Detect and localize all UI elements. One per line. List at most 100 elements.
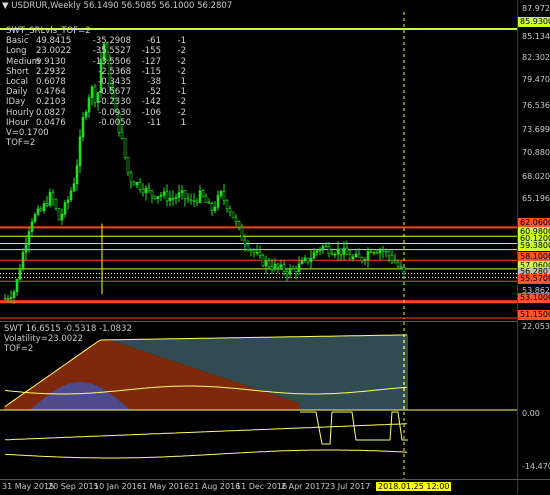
candle-body — [249, 249, 253, 251]
time-axis-label: 31 May 2015 — [2, 482, 55, 491]
candle-body — [393, 260, 397, 264]
candle-body — [12, 291, 16, 298]
candle-body — [186, 198, 190, 201]
stats-cell-v4: 1 — [180, 77, 186, 88]
candle-body — [309, 258, 313, 263]
candle-body — [24, 244, 28, 253]
candle-body — [297, 263, 301, 273]
price-level-tag: 51.1500 — [518, 310, 550, 320]
candle-body — [381, 249, 385, 252]
stats-cell-v1: 0.6078 — [36, 77, 66, 88]
stats-cell-v4: 1 — [180, 117, 186, 128]
candle-body — [264, 260, 268, 267]
candle-body — [318, 248, 322, 252]
candle-body — [399, 266, 403, 268]
candle-body — [159, 194, 163, 197]
candle-body — [267, 260, 271, 267]
candle-body — [282, 264, 286, 272]
stats-cell-v3: -38 — [147, 77, 161, 88]
stats-cell-v2: -0.0930 — [98, 107, 131, 118]
triangle-down-icon[interactable]: ▼ — [2, 1, 9, 11]
candle-body — [213, 206, 217, 211]
stats-cell-v1: 49.8415 — [36, 36, 72, 47]
candle-body — [357, 253, 361, 258]
time-axis-label: 2 Apr 2017 — [281, 482, 326, 491]
candle-body — [354, 253, 358, 258]
candle-body — [195, 200, 199, 203]
time-axis-label: 2018.01.25 12:00 — [376, 482, 452, 491]
candle-body — [312, 252, 316, 259]
stats-cell-v3: -106 — [141, 107, 161, 118]
candle-body — [270, 266, 274, 270]
candle-body — [273, 263, 277, 270]
candle-body — [75, 165, 79, 185]
stats-cell-v4: -2 — [177, 46, 186, 57]
candle-body — [36, 208, 40, 215]
candle-body — [321, 245, 325, 250]
stats-cell-name: Hourly — [6, 107, 34, 118]
candle-body — [330, 253, 334, 256]
candle-body — [306, 257, 310, 263]
price-tick-label: 82.3020 — [522, 53, 550, 62]
candle-body — [183, 190, 187, 199]
price-tick-label: 70.8800 — [522, 148, 550, 157]
candle-body — [387, 251, 391, 257]
candle-body — [168, 198, 172, 202]
candle-body — [327, 245, 331, 255]
time-axis-label: 21 Aug 2016 — [189, 482, 241, 491]
candle-body — [150, 190, 154, 197]
candle-body — [375, 252, 379, 254]
stats-row: Basic 49.8415 -35.2908 -61 -1 — [6, 36, 186, 46]
stats-cell-v1: 0.2103 — [36, 97, 66, 108]
candle-body — [174, 197, 178, 199]
candle-body — [222, 190, 226, 201]
candle-body — [396, 262, 400, 267]
candle-body — [288, 268, 292, 275]
stats-cell-v1: 23.0022 — [36, 46, 72, 57]
candle-body — [30, 221, 34, 232]
candle-body — [231, 211, 235, 219]
time-axis-label: 20 Sep 2015 — [48, 482, 99, 491]
candle-body — [39, 208, 43, 212]
price-level-tag: 53.1000 — [518, 293, 550, 303]
price-tick-label: 85.1340 — [522, 32, 550, 41]
candle-body — [234, 217, 238, 222]
price-tick-label: 73.6990 — [522, 125, 550, 134]
candle-body — [138, 181, 142, 190]
indicator-panel[interactable]: SWT 16.6515 -0.5318 -1.0832 Volatility=2… — [0, 321, 517, 479]
candle-body — [210, 202, 214, 211]
price-tick-label: 65.1960 — [522, 194, 550, 203]
candle-body — [294, 268, 298, 273]
stats-cell-v3: -155 — [141, 46, 161, 57]
candle-body — [141, 189, 145, 194]
candle-body — [348, 254, 352, 260]
chart-header: ▼ USDRUR,Weekly 56.1490 56.5085 56.1000 … — [2, 1, 232, 11]
candle-body — [336, 248, 340, 255]
stats-cell-v3: -61 — [147, 36, 161, 47]
candle-body — [132, 181, 136, 186]
stats-cell-v1: 9.9130 — [36, 56, 66, 67]
indicator-tick-label: 22.0534 — [522, 322, 550, 331]
stats-cell-v1: 0.0827 — [36, 107, 66, 118]
candle-body — [129, 172, 133, 183]
candle-body — [228, 208, 232, 213]
stats-cell-name: Basic — [6, 36, 29, 47]
price-level-tag: 59.3800 — [518, 241, 550, 251]
candle-body — [165, 191, 169, 202]
candle-body — [57, 208, 61, 221]
candle-body — [51, 192, 55, 201]
candle-body — [147, 187, 151, 192]
symbol-title: USDRUR,Weekly — [11, 1, 81, 11]
stats-cell-name: Local — [6, 77, 29, 88]
candle-body — [351, 256, 355, 260]
candle-body — [63, 202, 67, 215]
candle-body — [48, 192, 52, 206]
time-axis-label: 11 Dec 2016 — [236, 482, 288, 491]
candle-body — [3, 298, 7, 300]
candle-body — [390, 255, 394, 261]
candle-body — [45, 203, 49, 206]
stats-cell-v2: -0.0050 — [98, 117, 131, 128]
stats-cell-v2: -0.3435 — [98, 77, 131, 88]
stats-cell-name: Long — [6, 46, 27, 57]
candle-body — [378, 249, 382, 254]
